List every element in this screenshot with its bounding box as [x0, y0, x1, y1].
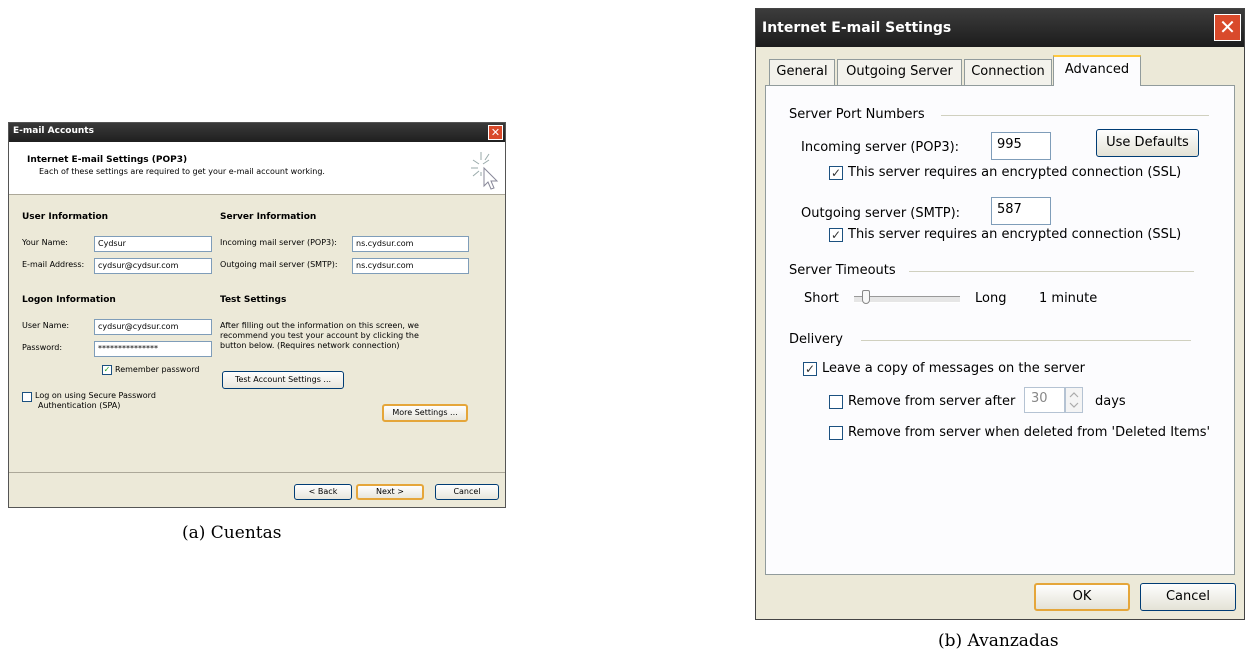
user-name-field[interactable]: cydsur@cydsur.com: [94, 319, 212, 335]
remove-deleted-label: Remove from server when deleted from 'De…: [848, 425, 1211, 440]
cancel-button[interactable]: Cancel: [1140, 583, 1236, 611]
window-title: E-mail Accounts: [13, 126, 94, 136]
wizard-header: Internet E-mail Settings (POP3) Each of …: [9, 142, 505, 195]
port-numbers-heading: Server Port Numbers: [789, 107, 925, 122]
group-divider: [941, 115, 1209, 116]
cancel-button[interactable]: Cancel: [435, 484, 499, 500]
spa-label-line1: Log on using Secure Password: [35, 391, 156, 400]
outgoing-server-label: Outgoing mail server (SMTP):: [220, 260, 338, 269]
next-button[interactable]: Next >: [356, 484, 424, 500]
your-name-field[interactable]: Cydsur: [94, 236, 212, 252]
days-label: days: [1095, 394, 1126, 409]
title-bar: Internet E-mail Settings ✕: [756, 9, 1244, 47]
timeouts-heading: Server Timeouts: [789, 263, 896, 278]
days-field[interactable]: 30: [1024, 387, 1065, 413]
spa-checkbox[interactable]: [22, 392, 32, 402]
timeout-value: 1 minute: [1039, 291, 1098, 306]
caption-right: (b) Avanzadas: [938, 631, 1059, 651]
spa-label-line2: Authentication (SPA): [38, 401, 121, 410]
title-bar: E-mail Accounts ✕: [9, 123, 505, 142]
more-settings-button[interactable]: More Settings ...: [382, 404, 468, 422]
spinner-arrows-icon: [1069, 392, 1079, 408]
outgoing-port-label: Outgoing server (SMTP):: [801, 206, 961, 221]
back-button[interactable]: < Back: [294, 484, 352, 500]
incoming-server-label: Incoming mail server (POP3):: [220, 238, 337, 247]
days-spinner[interactable]: [1065, 387, 1083, 413]
tab-advanced[interactable]: Advanced: [1053, 55, 1141, 86]
window-title: Internet E-mail Settings: [762, 20, 952, 36]
delivery-heading: Delivery: [789, 332, 843, 347]
close-button[interactable]: ✕: [1214, 14, 1241, 41]
use-defaults-button[interactable]: Use Defaults: [1096, 129, 1199, 157]
password-label: Password:: [22, 343, 63, 352]
remove-after-checkbox[interactable]: [829, 395, 843, 409]
incoming-ssl-checkbox[interactable]: ✓: [829, 166, 843, 180]
group-divider: [909, 271, 1194, 272]
timeout-slider-thumb[interactable]: [862, 290, 870, 304]
footer-divider: [9, 472, 505, 473]
logon-info-heading: Logon Information: [22, 295, 116, 305]
email-address-field[interactable]: cydsur@cydsur.com: [94, 258, 212, 274]
your-name-label: Your Name:: [22, 238, 68, 247]
cursor-sparkle-icon: [471, 152, 499, 190]
tab-connection[interactable]: Connection: [964, 59, 1052, 85]
caption-left: (a) Cuentas: [182, 523, 282, 543]
internet-email-settings-window: Internet E-mail Settings ✕ General Outgo…: [755, 8, 1245, 620]
remove-deleted-checkbox[interactable]: [829, 426, 843, 440]
close-button[interactable]: ✕: [488, 125, 503, 140]
header-subtitle: Each of these settings are required to g…: [39, 167, 325, 176]
leave-copy-label: Leave a copy of messages on the server: [822, 361, 1086, 376]
user-info-heading: User Information: [22, 212, 109, 222]
remove-after-label: Remove from server after: [848, 394, 1016, 409]
incoming-port-field[interactable]: 995: [991, 132, 1051, 160]
advanced-panel: Server Port Numbers Incoming server (POP…: [765, 85, 1235, 575]
email-accounts-window: E-mail Accounts ✕ Internet E-mail Settin…: [8, 122, 506, 508]
header-title: Internet E-mail Settings (POP3): [27, 155, 188, 165]
test-settings-heading: Test Settings: [220, 295, 287, 305]
remember-password-checkbox[interactable]: ✓: [102, 365, 112, 375]
test-settings-text-1: After filling out the information on thi…: [220, 321, 419, 330]
user-name-label: User Name:: [22, 321, 70, 330]
test-account-settings-button[interactable]: Test Account Settings ...: [222, 371, 344, 389]
short-label: Short: [804, 291, 839, 306]
tab-outgoing-server[interactable]: Outgoing Server: [837, 59, 962, 85]
group-divider: [861, 340, 1191, 341]
ok-button[interactable]: OK: [1034, 583, 1130, 611]
test-settings-text-3: button below. (Requires network connecti…: [220, 341, 400, 350]
outgoing-ssl-checkbox[interactable]: ✓: [829, 228, 843, 242]
test-settings-text-2: recommend you test your account by click…: [220, 331, 419, 340]
long-label: Long: [975, 291, 1007, 306]
outgoing-server-field[interactable]: ns.cydsur.com: [352, 258, 469, 274]
incoming-port-label: Incoming server (POP3):: [801, 140, 960, 155]
outgoing-ssl-label: This server requires an encrypted connec…: [848, 227, 1182, 242]
outgoing-port-field[interactable]: 587: [991, 197, 1051, 225]
email-address-label: E-mail Address:: [22, 260, 85, 269]
remember-password-label: Remember password: [115, 365, 200, 374]
server-info-heading: Server Information: [220, 212, 317, 222]
leave-copy-checkbox[interactable]: ✓: [803, 362, 817, 376]
password-field[interactable]: ***************: [94, 341, 212, 357]
incoming-ssl-label: This server requires an encrypted connec…: [848, 165, 1182, 180]
incoming-server-field[interactable]: ns.cydsur.com: [352, 236, 469, 252]
tab-general[interactable]: General: [769, 59, 835, 85]
